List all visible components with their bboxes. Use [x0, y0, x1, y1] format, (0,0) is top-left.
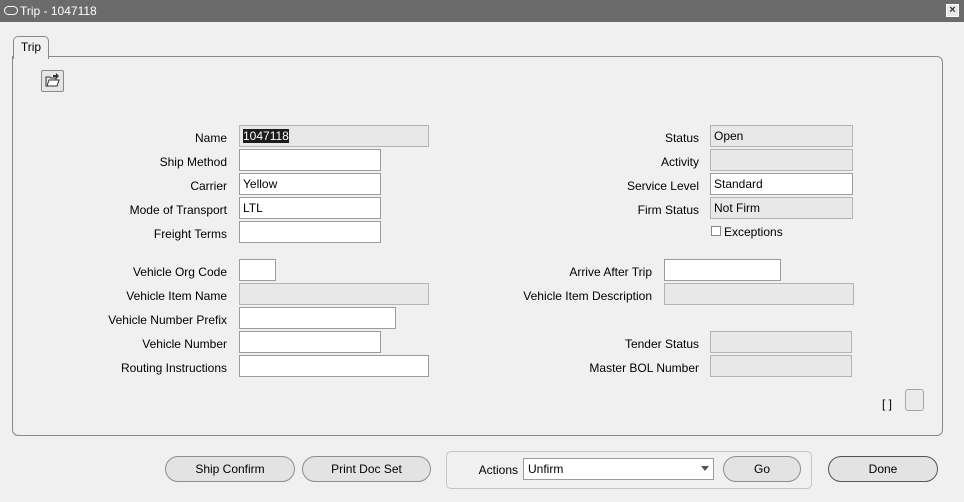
- vehicle-number-label: Vehicle Number: [142, 337, 227, 351]
- ship-method-field[interactable]: [239, 149, 381, 171]
- vehicle-item-name-label: Vehicle Item Name: [126, 289, 227, 303]
- vehicle-org-code-field[interactable]: [239, 259, 276, 281]
- tender-status-field: [710, 331, 852, 353]
- service-level-field[interactable]: Standard: [710, 173, 853, 195]
- vehicle-number-field[interactable]: [239, 331, 381, 353]
- status-label: Status: [664, 131, 699, 145]
- freight-terms-label: Freight Terms: [153, 227, 227, 241]
- routing-instructions-field[interactable]: [239, 355, 429, 377]
- routing-instructions-label: Routing Instructions: [120, 361, 227, 375]
- flexfield-box[interactable]: [905, 389, 924, 411]
- print-doc-set-button[interactable]: Print Doc Set: [302, 456, 431, 482]
- carrier-field[interactable]: Yellow: [239, 173, 381, 195]
- actions-label: Actions: [478, 463, 518, 477]
- arrive-after-trip-label: Arrive After Trip: [569, 265, 652, 279]
- vehicle-number-prefix-label: Vehicle Number Prefix: [108, 313, 227, 327]
- actions-select[interactable]: Unfirm: [523, 458, 714, 480]
- firm-status-label: Firm Status: [637, 203, 699, 217]
- go-button[interactable]: Go: [723, 456, 801, 482]
- folder-open-button[interactable]: [41, 70, 64, 92]
- firm-status-field: Not Firm: [710, 197, 853, 219]
- name-label: Name: [194, 131, 227, 145]
- master-bol-number-field: [710, 355, 852, 377]
- master-bol-number-label: Master BOL Number: [589, 361, 699, 375]
- ship-confirm-button[interactable]: Ship Confirm: [165, 456, 295, 482]
- done-button[interactable]: Done: [828, 456, 938, 482]
- tab-trip[interactable]: Trip: [13, 36, 49, 59]
- freight-terms-field[interactable]: [239, 221, 381, 243]
- carrier-label: Carrier: [190, 179, 227, 193]
- mode-of-transport-field[interactable]: LTL: [239, 197, 381, 219]
- actions-select-value: Unfirm: [528, 462, 564, 476]
- exceptions-checkbox[interactable]: [711, 226, 721, 236]
- window-titlebar: Trip - 1047118 ×: [0, 0, 964, 22]
- activity-field: [710, 149, 853, 171]
- vehicle-item-description-field: [664, 283, 854, 305]
- status-field: Open: [710, 125, 853, 147]
- vehicle-number-prefix-field[interactable]: [239, 307, 396, 329]
- name-field[interactable]: 1047118: [239, 125, 429, 147]
- folder-open-icon: [45, 73, 60, 87]
- activity-label: Activity: [660, 155, 699, 169]
- ship-method-label: Ship Method: [159, 155, 227, 169]
- trip-panel: [12, 56, 943, 436]
- mode-of-transport-label: Mode of Transport: [129, 203, 227, 217]
- exceptions-label: Exceptions: [724, 225, 783, 239]
- vehicle-item-description-label: Vehicle Item Description: [523, 289, 652, 303]
- window-menu-icon[interactable]: [4, 6, 18, 15]
- vehicle-item-name-field: [239, 283, 429, 305]
- service-level-label: Service Level: [626, 179, 699, 193]
- tender-status-label: Tender Status: [624, 337, 699, 351]
- arrive-after-trip-field[interactable]: [664, 259, 781, 281]
- close-icon[interactable]: ×: [946, 4, 959, 17]
- vehicle-org-code-label: Vehicle Org Code: [132, 265, 227, 279]
- name-value: 1047118: [243, 129, 289, 143]
- window-title: Trip - 1047118: [20, 4, 97, 18]
- flexfield-label: [ ]: [882, 397, 893, 411]
- chevron-down-icon[interactable]: [701, 466, 709, 471]
